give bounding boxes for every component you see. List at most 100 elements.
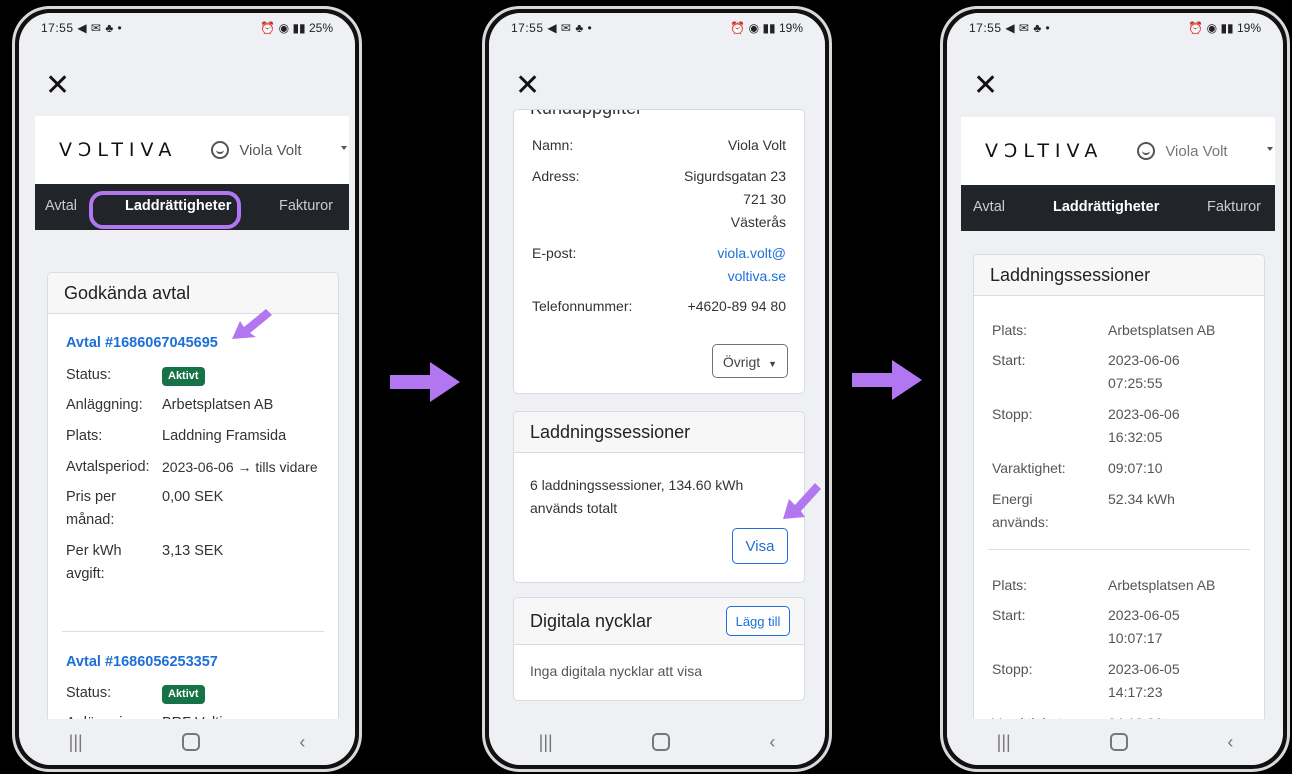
user-menu[interactable]: Viola Volt xyxy=(1137,142,1228,160)
card-title: Laddningssessioner xyxy=(514,412,804,453)
row-label: Per kWh avgift: xyxy=(66,543,122,582)
place-value: Arbetsplatsen AB xyxy=(1108,322,1216,338)
tab-fakturor[interactable]: Fakturor xyxy=(1207,199,1261,215)
row-value: 0,00 SEK xyxy=(162,489,224,505)
back-icon[interactable]: ‹ xyxy=(299,732,305,753)
show-sessions-button[interactable]: Visa xyxy=(732,528,788,564)
approved-contracts-card: Godkända avtal Avtal #1686067045695 Stat… xyxy=(47,272,339,752)
recents-icon[interactable]: ||| xyxy=(997,732,1011,753)
card-title-partial: Kunduppgifter xyxy=(530,110,642,119)
empty-keys-text: Inga digitala nycklar att visa xyxy=(530,663,702,679)
status-right: ⏰ ◉ ▮▮ 19% xyxy=(1188,21,1261,35)
start-time: 07:25:55 xyxy=(1108,375,1163,391)
screen-2: 17:55 ◀ ✉ ♣ • ⏰ ◉ ▮▮ 19% ✕ Kunduppgifter… xyxy=(489,13,825,765)
start-label: Start: xyxy=(992,607,1026,623)
android-nav-bar: ||| ‹ xyxy=(489,719,825,765)
card-title: Godkända avtal xyxy=(48,273,338,314)
address-label: Adress: xyxy=(532,168,580,184)
place-value: Arbetsplatsen AB xyxy=(1108,577,1216,593)
android-nav-bar: ||| ‹ xyxy=(19,719,355,765)
status-badge: Aktivt xyxy=(162,367,205,386)
stop-label: Stopp: xyxy=(992,661,1033,677)
pointer-arrow-icon xyxy=(783,483,821,519)
customer-card: Kunduppgifter Namn: Viola Volt Adress: S… xyxy=(513,109,805,394)
avatar-icon xyxy=(211,141,230,159)
status-time: 17:55 ◀ ✉ ♣ • xyxy=(969,21,1051,35)
divider xyxy=(988,549,1250,550)
close-icon[interactable]: ✕ xyxy=(45,71,75,101)
address-line3: Västerås xyxy=(730,214,786,230)
row-label: Pris per månad: xyxy=(66,489,116,528)
tab-bar: Avtal Laddrättigheter Fakturor xyxy=(961,185,1275,231)
address-line1: Sigurdsgatan 23 xyxy=(684,168,786,184)
brand-logo[interactable]: VƆLTIVA xyxy=(59,139,177,161)
address-line2: 721 30 xyxy=(743,191,786,207)
sessions-summary-2: används totalt xyxy=(530,500,618,516)
start-date: 2023-06-05 xyxy=(1108,607,1180,623)
back-icon[interactable]: ‹ xyxy=(769,732,775,753)
flow-arrow-icon xyxy=(390,362,460,402)
tab-avtal[interactable]: Avtal xyxy=(45,198,77,214)
status-time: 17:55 ◀ ✉ ♣ • xyxy=(41,21,123,35)
status-right: ⏰ ◉ ▮▮ 19% xyxy=(730,21,803,35)
phone-label: Telefonnummer: xyxy=(532,298,633,314)
other-dropdown-button[interactable]: Övrigt ▼ xyxy=(711,344,788,378)
name-label: Namn: xyxy=(532,137,574,153)
status-label: Status: xyxy=(66,685,112,701)
avatar-icon xyxy=(1137,142,1156,160)
stop-time: 14:17:23 xyxy=(1108,684,1163,700)
caret-down-icon: ▼ xyxy=(768,359,777,369)
phone-frame-2: 17:55 ◀ ✉ ♣ • ⏰ ◉ ▮▮ 19% ✕ Kunduppgifter… xyxy=(482,6,832,772)
status-right: ⏰ ◉ ▮▮ 25% xyxy=(260,21,333,35)
start-label: Start: xyxy=(992,352,1026,368)
navbar: VƆLTIVA Viola Volt xyxy=(35,116,349,184)
pointer-arrow-icon xyxy=(232,309,272,339)
phone-value: +4620-89 94 80 xyxy=(687,298,786,314)
energy-value: 52.34 kWh xyxy=(1108,491,1175,507)
stop-date: 2023-06-06 xyxy=(1108,406,1180,422)
recents-icon[interactable]: ||| xyxy=(539,732,553,753)
phone-frame-1: 17:55 ◀ ✉ ♣ • ⏰ ◉ ▮▮ 25% ✕ VƆLTIVA Viola… xyxy=(12,6,362,772)
stop-time: 16:32:05 xyxy=(1108,429,1163,445)
tab-laddrattigheter[interactable]: Laddrättigheter xyxy=(1053,199,1159,215)
status-badge: Aktivt xyxy=(162,685,205,704)
status-bar: 17:55 ◀ ✉ ♣ • ⏰ ◉ ▮▮ 25% xyxy=(19,13,355,43)
row-label: Anläggning: xyxy=(66,397,143,413)
add-key-button[interactable]: Lägg till xyxy=(726,606,790,636)
brand-logo[interactable]: VƆLTIVA xyxy=(985,140,1103,162)
home-icon[interactable] xyxy=(1110,733,1128,751)
home-icon[interactable] xyxy=(182,733,200,751)
energy-label-2: används: xyxy=(992,514,1049,530)
row-value: 3,13 SEK xyxy=(162,543,224,559)
duration-value: 09:07:10 xyxy=(1108,460,1163,476)
place-label: Plats: xyxy=(992,322,1028,338)
tab-avtal[interactable]: Avtal xyxy=(973,199,1005,215)
flow-arrow-icon xyxy=(852,360,922,400)
stop-date: 2023-06-05 xyxy=(1108,661,1180,677)
user-name: Viola Volt xyxy=(239,141,302,159)
chevron-down-icon[interactable] xyxy=(341,146,347,150)
keys-title: Digitala nycklar xyxy=(530,611,653,631)
start-time: 10:07:17 xyxy=(1108,630,1163,646)
energy-label: Energi xyxy=(992,491,1033,507)
sessions-summary: 6 laddningssessioner, 134.60 kWh xyxy=(530,477,744,493)
row-value: 2023-06-06 → tills vidare xyxy=(162,459,318,475)
name-value: Viola Volt xyxy=(727,137,786,153)
status-bar: 17:55 ◀ ✉ ♣ • ⏰ ◉ ▮▮ 19% xyxy=(489,13,825,43)
phone-frame-3: 17:55 ◀ ✉ ♣ • ⏰ ◉ ▮▮ 19% ✕ VƆLTIVA Viola… xyxy=(940,6,1290,772)
email-line1[interactable]: viola.volt@ xyxy=(717,242,786,265)
back-icon[interactable]: ‹ xyxy=(1227,732,1233,753)
screen-1: 17:55 ◀ ✉ ♣ • ⏰ ◉ ▮▮ 25% ✕ VƆLTIVA Viola… xyxy=(19,13,355,765)
contract-link[interactable]: Avtal #1686056253357 xyxy=(66,654,218,670)
contract-link[interactable]: Avtal #1686067045695 xyxy=(66,335,218,351)
tab-fakturor[interactable]: Fakturor xyxy=(279,198,333,214)
email-line2[interactable]: voltiva.se xyxy=(728,265,786,288)
user-menu[interactable]: Viola Volt xyxy=(211,141,302,159)
close-icon[interactable]: ✕ xyxy=(515,71,545,101)
sessions-list-card: Laddningssessioner Plats: Arbetsplatsen … xyxy=(973,254,1265,754)
recents-icon[interactable]: ||| xyxy=(69,732,83,753)
close-icon[interactable]: ✕ xyxy=(973,71,1003,101)
status-label: Status: xyxy=(66,367,112,383)
home-icon[interactable] xyxy=(652,733,670,751)
chevron-down-icon[interactable] xyxy=(1267,147,1273,151)
